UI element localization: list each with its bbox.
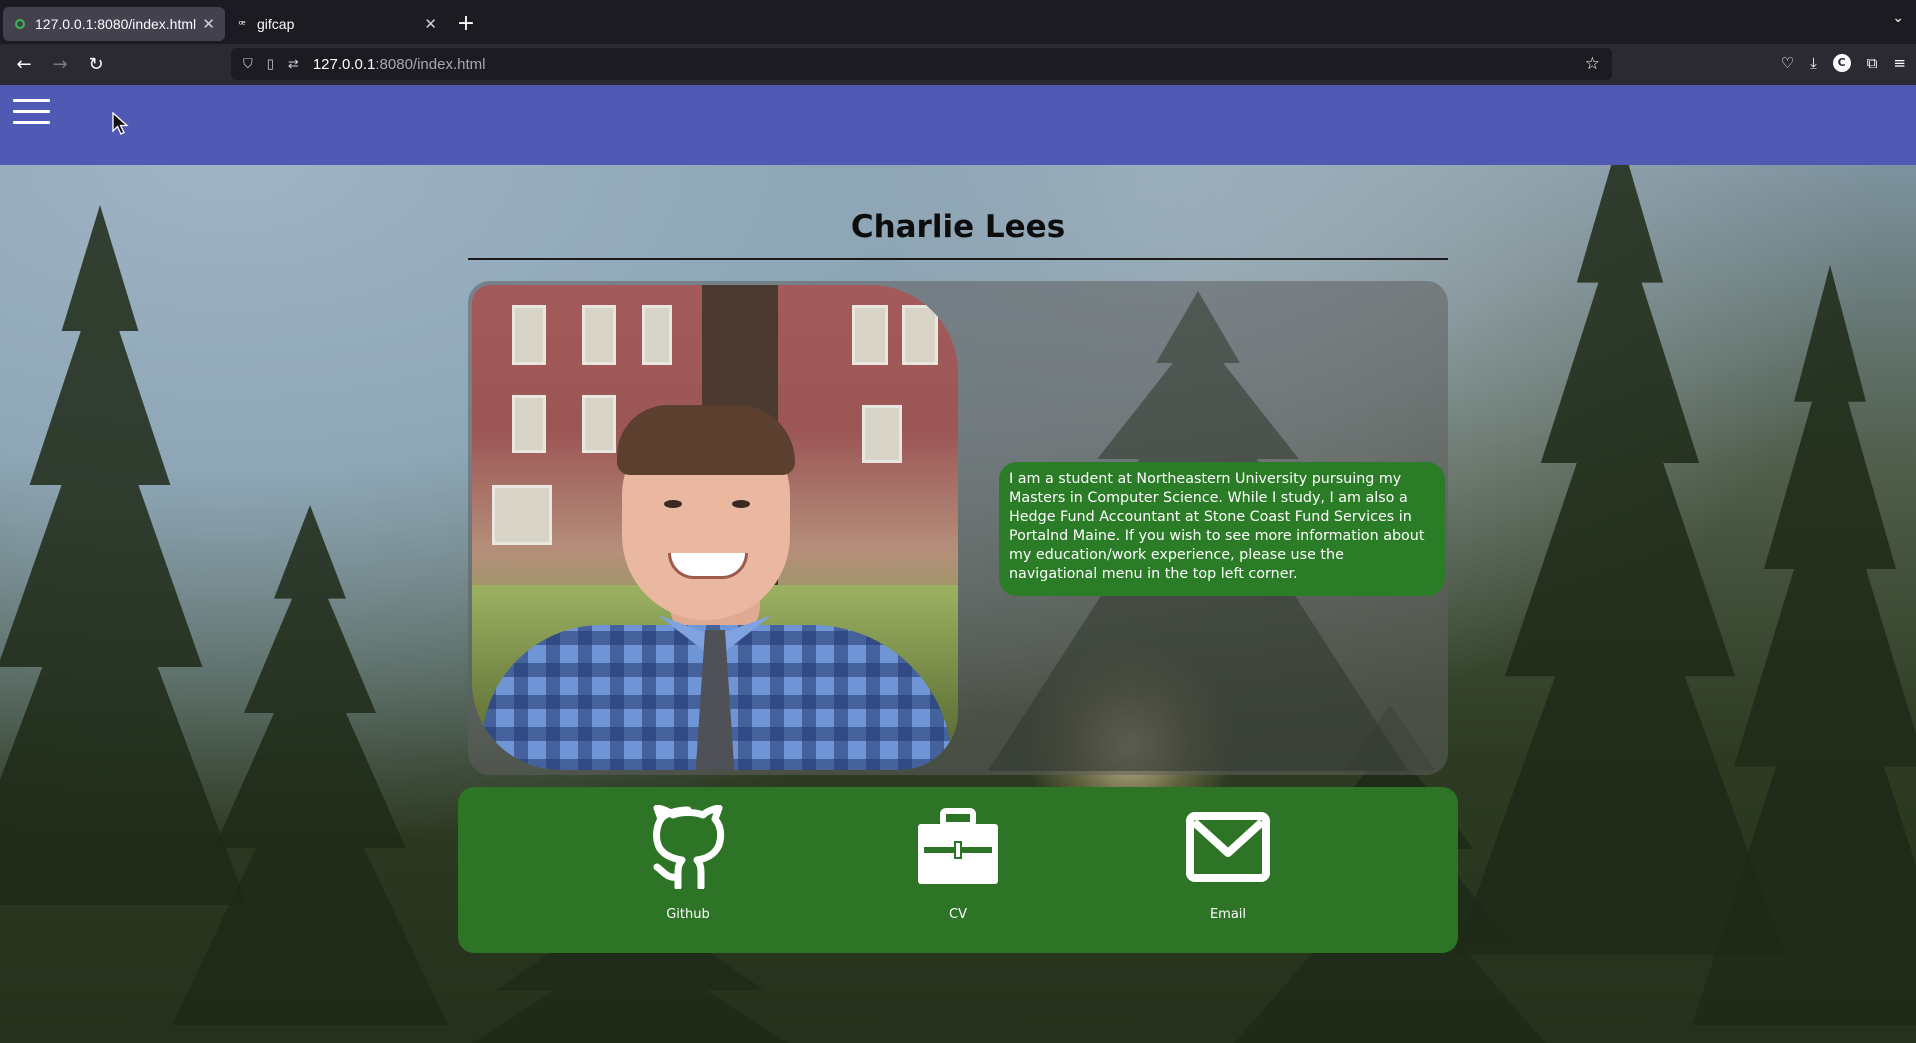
back-arrow-icon[interactable]: ← (6, 54, 42, 75)
profile-card: I am a student at Northeastern Universit… (468, 281, 1448, 775)
tab-list-chevron-icon[interactable]: ⌄ (1892, 10, 1904, 26)
new-tab-icon[interactable]: + (451, 11, 481, 36)
shield-icon[interactable]: ⛉ (243, 56, 253, 72)
mouse-cursor-icon (112, 112, 129, 135)
permissions-icon[interactable]: ⇄ (288, 56, 299, 72)
links-panel: Github CV Email (458, 787, 1458, 953)
email-label: Email (1209, 907, 1247, 922)
app-menu-icon[interactable]: ≡ (1893, 54, 1906, 72)
github-link[interactable]: Github (633, 804, 743, 922)
page-viewport: Charlie Lees I am a student at Northeast… (0, 85, 1916, 1043)
github-icon (653, 804, 725, 891)
profile-photo (472, 285, 958, 770)
heading-underline (468, 258, 1448, 260)
close-tab-icon[interactable]: ✕ (424, 15, 437, 33)
cv-label: CV (949, 907, 967, 922)
address-bar[interactable]: ⛉ ▯ ⇄ 127.0.0.1:8080/index.html ☆ (231, 48, 1612, 80)
tab-title: gifcap (257, 16, 295, 32)
email-link[interactable]: Email (1173, 805, 1283, 922)
cv-link[interactable]: CV (903, 805, 1013, 922)
hamburger-menu-icon[interactable] (13, 99, 50, 127)
envelope-icon (1186, 812, 1270, 882)
extensions-icon[interactable]: ⧉ (1867, 54, 1878, 72)
github-label: Github (666, 907, 710, 922)
browser-tab[interactable]: ꟹ gifcap ✕ (225, 7, 447, 41)
account-avatar[interactable]: C (1832, 54, 1851, 72)
reload-icon[interactable]: ↻ (78, 54, 114, 75)
loading-favicon-icon (13, 17, 27, 31)
bookmark-star-icon[interactable]: ☆ (1585, 54, 1600, 74)
browser-toolbar: ← → ↻ ⛉ ▯ ⇄ 127.0.0.1:8080/index.html ☆ … (0, 44, 1916, 85)
toolbar-buttons: ♡ ⤓ C ⧉ ≡ (1781, 54, 1906, 72)
page-icon[interactable]: ▯ (267, 56, 274, 72)
url-path: :8080/index.html (375, 55, 486, 73)
forward-arrow-icon[interactable]: → (42, 54, 78, 75)
background-tree (0, 205, 248, 905)
pocket-icon[interactable]: ♡ (1781, 54, 1794, 72)
tab-title: 127.0.0.1:8080/index.html (35, 16, 197, 32)
close-tab-icon[interactable]: ✕ (202, 15, 215, 33)
download-icon[interactable]: ⤓ (1810, 54, 1817, 72)
bio-bubble: I am a student at Northeastern Universit… (999, 462, 1445, 596)
browser-tab-bar: 127.0.0.1:8080/index.html ✕ ꟹ gifcap ✕ +… (0, 0, 1916, 44)
background-tree (172, 505, 448, 1025)
browser-tab[interactable]: 127.0.0.1:8080/index.html ✕ (3, 7, 225, 41)
url-host: 127.0.0.1 (312, 55, 376, 73)
background-tree (1454, 135, 1786, 955)
gifcap-favicon-icon: ꟹ (238, 18, 246, 31)
page-title: Charlie Lees (850, 209, 1066, 245)
site-nav-bar (0, 85, 1916, 165)
briefcase-icon (918, 808, 998, 884)
